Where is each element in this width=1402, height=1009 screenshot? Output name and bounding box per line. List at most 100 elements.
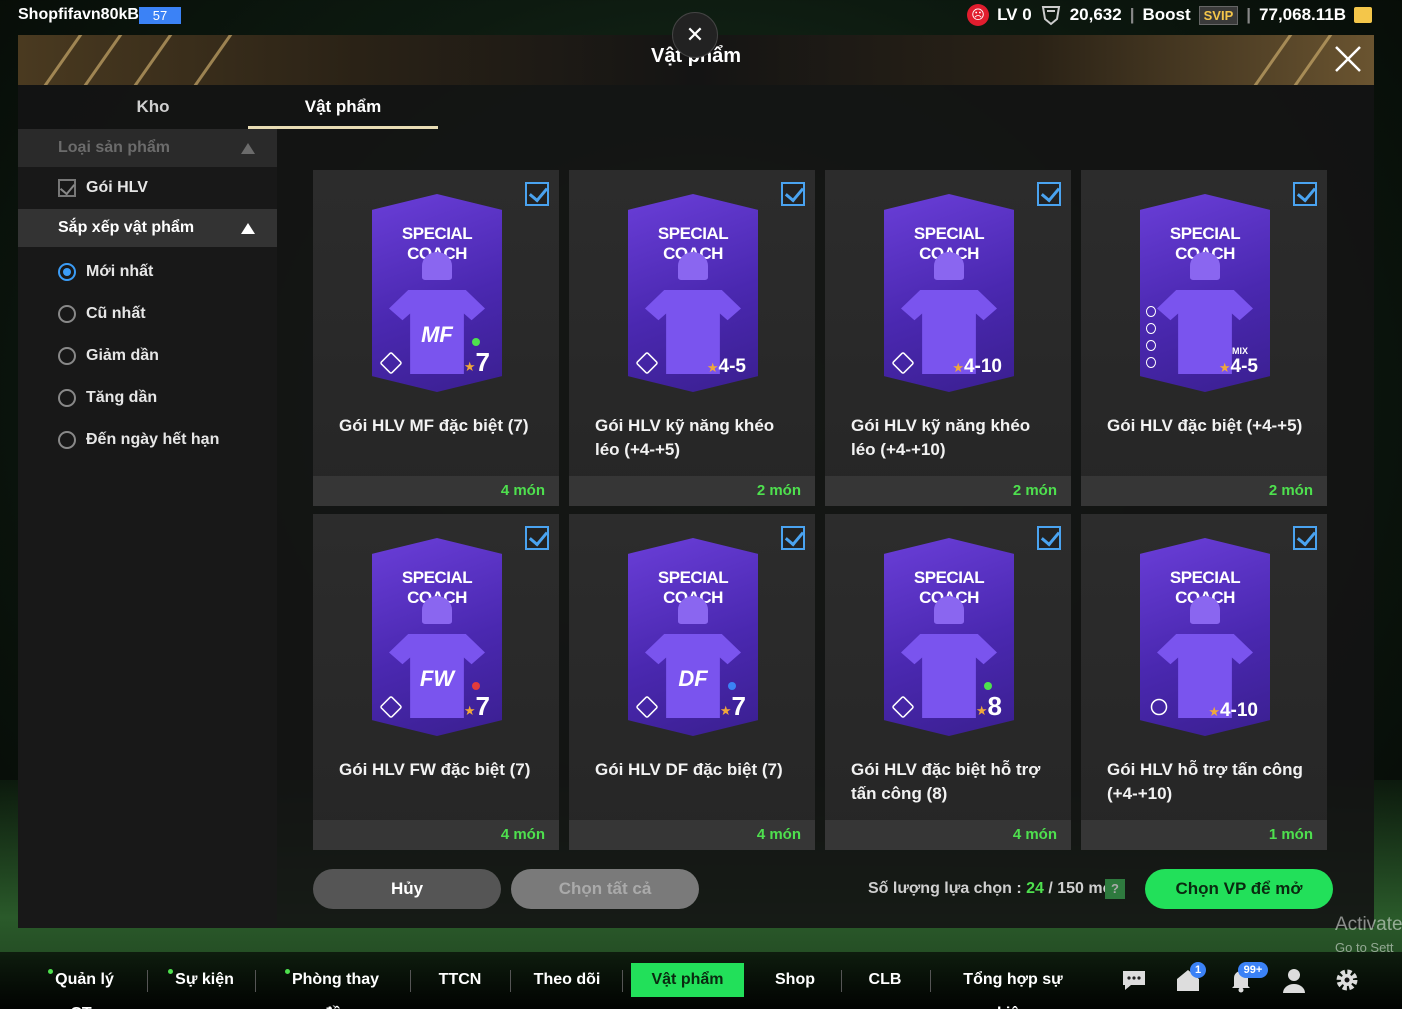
nav-item-shop[interactable]: Shop [764,963,826,997]
nav-item-tong-hop-su-kien[interactable]: Tổng hợp sự kiện [946,963,1080,1009]
collapse-icon [241,143,255,154]
item-card[interactable]: SPECIAL COACH ★4-10 Gói HLV hỗ trợ tấn c… [1081,514,1327,850]
nav-item-vat-pham[interactable]: Vật phẩm [631,963,744,997]
star-icon: ★ [1218,360,1231,375]
cap-icon [678,596,708,624]
radio-icon[interactable] [58,431,76,449]
star-icon: ★ [463,703,476,718]
notification-badge: 99+ [1238,962,1268,978]
checkbox-icon[interactable] [1293,526,1317,550]
chat-icon[interactable] [1120,966,1148,994]
position-label: MF [421,322,453,347]
checkbox-icon[interactable] [1293,182,1317,206]
radio-icon[interactable] [58,263,76,281]
coach-pack-image: SPECIAL COACH ★4-10 [884,194,1014,392]
score-text: 20,632 [1069,5,1122,24]
item-name: Gói HLV DF đặc biệt (7) [595,760,783,779]
nav-item-clb[interactable]: CLB [858,963,912,997]
checkbox-icon[interactable] [525,182,549,206]
help-icon[interactable]: ? [1105,879,1125,899]
coach-pack-image: SPECIAL COACH ★4-5 [628,194,758,392]
item-card[interactable]: SPECIAL COACH MF ★7 Gói HLV MF đặc biệt … [313,170,559,506]
checkbox-icon[interactable] [525,526,549,550]
sort-option-ascending[interactable]: Tăng dần [18,377,277,419]
coach-pack-image: SPECIAL COACH MF ★7 [372,194,502,392]
tab-bar: Kho Vật phẩm [18,85,1374,129]
item-card[interactable]: SPECIAL COACH ★4-5 Gói HLV kỹ năng khéo … [569,170,815,506]
coach-pack-image: SPECIAL COACH DF ★7 [628,538,758,736]
pack-level: 4-5 [718,356,746,377]
close-icon[interactable]: ✕ [672,12,718,58]
sort-option-label: Giảm dần [86,347,159,364]
emblem-icon [891,351,915,375]
home-badge: 1 [1190,962,1206,978]
close-icon[interactable] [1332,43,1364,75]
coach-pack-image: SPECIAL COACH FW ★7 [372,538,502,736]
selection-prefix: Số lượng lựa chọn : [868,880,1027,897]
filter-item-goi-hlv[interactable]: Gói HLV [18,167,277,209]
item-count: 4 món [313,476,559,506]
checkbox-icon[interactable] [1037,526,1061,550]
checkbox-icon[interactable] [1037,182,1061,206]
item-count: 2 món [1081,476,1327,506]
sidebar: Loại sản phẩm Gói HLV Sắp xếp vật phẩm M… [18,129,277,928]
profile-icon[interactable] [1280,966,1308,994]
item-card[interactable]: SPECIAL COACH FW ★7 Gói HLV FW đặc biệt … [313,514,559,850]
item-name: Gói HLV đặc biệt (+4-+5) [1107,416,1303,435]
checkbox-icon[interactable] [58,179,76,197]
sort-option-descending[interactable]: Giảm dần [18,335,277,377]
status-dot [984,682,992,690]
nav-item-ttcn[interactable]: TTCN [428,963,492,997]
sort-option-oldest[interactable]: Cũ nhất [18,293,277,335]
item-card[interactable]: SPECIAL COACH ★8 Gói HLV đặc biệt hỗ trợ… [825,514,1071,850]
coin-icon [1354,7,1372,23]
sort-header[interactable]: Sắp xếp vật phẩm [18,209,277,247]
lock-emblem-icon [1147,695,1171,719]
pack-level: 4-10 [1219,700,1258,721]
tab-vat-pham[interactable]: Vật phẩm [248,85,438,129]
checkbox-icon[interactable] [781,182,805,206]
item-name: Gói HLV MF đặc biệt (7) [339,416,529,435]
star-icon: ★ [719,703,732,718]
sort-option-expiry[interactable]: Đến ngày hết hạn [18,419,277,461]
item-name: Gói HLV kỹ năng khéo léo (+4-+10) [851,416,1031,459]
cap-icon [1190,596,1220,624]
radio-icon[interactable] [58,389,76,407]
coach-pack-image: SPECIAL COACH MIX ★4-5 [1140,194,1270,392]
selection-number: 24 [1026,880,1044,897]
item-card[interactable]: SPECIAL COACH DF ★7 Gói HLV DF đặc biệt … [569,514,815,850]
radio-icon[interactable] [58,347,76,365]
item-count: 1 món [1081,820,1327,850]
filter-header[interactable]: Loại sản phẩm [18,129,277,167]
pack-level: 7 [475,691,490,721]
cancel-button[interactable]: Hủy [313,869,501,909]
nav-item-theo-doi[interactable]: Theo dõi [526,963,608,997]
gear-icon[interactable] [1333,966,1361,994]
nav-item-quan-ly-ct[interactable]: Quản lý CT [36,963,126,1009]
sort-option-newest[interactable]: Mới nhất [18,251,277,293]
checkbox-icon[interactable] [781,526,805,550]
star-icon: ★ [463,359,476,374]
pack-level: 4-10 [963,356,1002,377]
star-icon: ★ [975,703,988,718]
mix-label: MIX [1231,346,1248,356]
star-icon: ★ [952,360,964,375]
select-all-button[interactable]: Chọn tất cả [511,869,699,909]
collapse-icon [241,223,255,234]
tab-kho[interactable]: Kho [58,85,248,129]
cap-icon [934,252,964,280]
item-name: Gói HLV FW đặc biệt (7) [339,760,531,779]
nav-item-su-kien[interactable]: Sự kiện [166,963,236,997]
nav-item-phong-thay-do[interactable]: Phòng thay đồ [274,963,390,1009]
emblem-icon [891,695,915,719]
lv-text: LV 0 [997,5,1032,24]
open-items-button[interactable]: Chọn VP để mở [1145,869,1333,909]
radio-icon[interactable] [58,305,76,323]
item-card[interactable]: SPECIAL COACH MIX ★4-5 Gói HLV đặc biệt … [1081,170,1327,506]
item-count: 2 món [825,476,1071,506]
emblem-icon [635,351,659,375]
position-label: FW [419,666,455,691]
level-badge: 57 [139,7,181,24]
currency-text: 77,068.11B [1259,5,1346,24]
item-card[interactable]: SPECIAL COACH ★4-10 Gói HLV kỹ năng khéo… [825,170,1071,506]
